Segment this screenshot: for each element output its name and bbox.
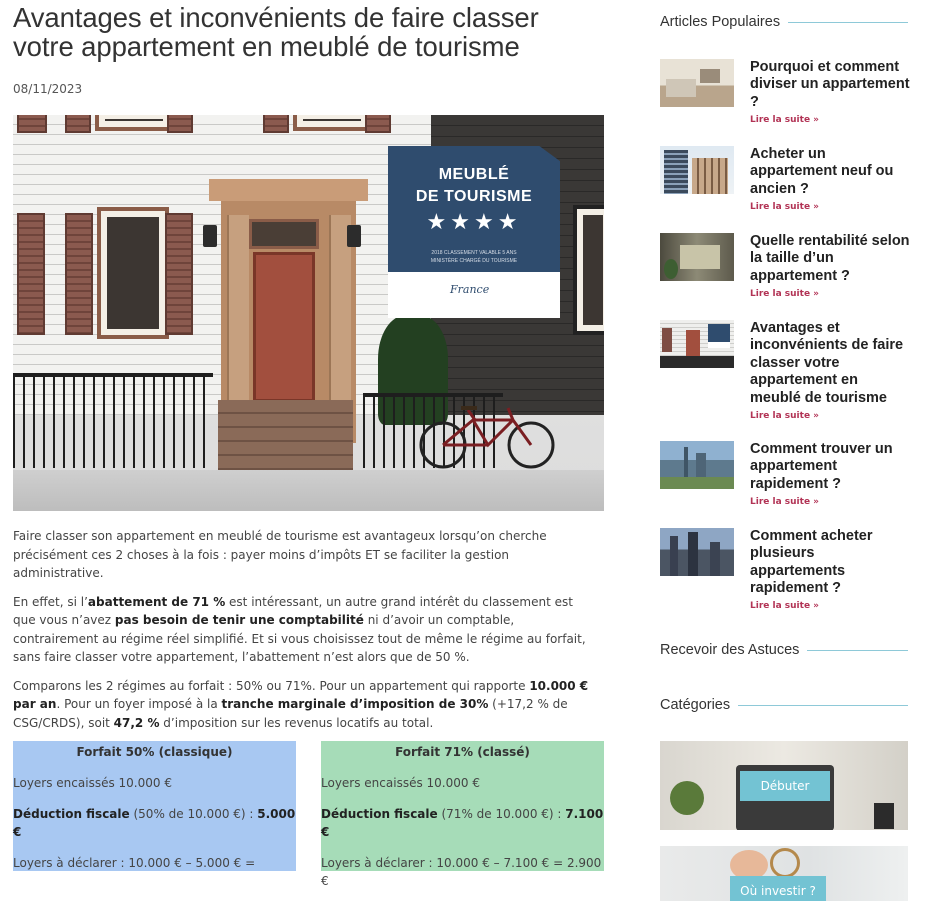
- front-door: [253, 252, 315, 402]
- paragraph: En effet, si l’abattement de 71 % est in…: [13, 594, 586, 665]
- article-thumbnail[interactable]: [660, 233, 734, 281]
- category-button[interactable]: Débuter: [740, 771, 830, 801]
- article-title: Avantages et inconvénients de faire clas…: [13, 2, 539, 62]
- read-more-link[interactable]: Lire la suite »: [750, 497, 819, 507]
- sign-line2: DE TOURISME: [415, 188, 533, 205]
- article-link[interactable]: Comment trouver un appartement rapidemen…: [750, 441, 910, 493]
- article-link[interactable]: Acheter un appartement neuf ou ancien ?: [750, 146, 910, 198]
- read-more-link[interactable]: Lire la suite »: [750, 411, 819, 421]
- railing: [13, 373, 213, 468]
- newsletter-heading: Recevoir des Astuces: [660, 642, 908, 658]
- category-button[interactable]: Où investir ?: [730, 876, 826, 901]
- box-heading: Forfait 71% (classé): [395, 745, 530, 759]
- article: Avantages et inconvénients de faire clas…: [13, 0, 605, 888]
- article-date: 08/11/2023: [13, 82, 83, 96]
- compass-icon: [770, 848, 800, 878]
- paragraph: Comparons les 2 régimes au forfait : 50%…: [13, 678, 589, 730]
- article-thumbnail[interactable]: [660, 146, 734, 194]
- article-link[interactable]: Comment acheter plusieurs appartements r…: [750, 528, 910, 598]
- article-thumbnail[interactable]: [660, 320, 734, 368]
- category-card[interactable]: Débuter: [660, 741, 908, 830]
- sign-line1: MEUBLÉ: [438, 166, 510, 183]
- lamp-icon: [203, 225, 217, 247]
- read-more-link[interactable]: Lire la suite »: [750, 115, 819, 125]
- forfait-71-box: Forfait 71% (classé) Loyers encaissés 10…: [321, 741, 604, 888]
- paragraph: Faire classer son appartement en meublé …: [13, 529, 547, 580]
- mug: [874, 803, 894, 829]
- categories-heading: Catégories: [660, 697, 908, 713]
- article-thumbnail[interactable]: [660, 441, 734, 489]
- sign-small-text: 2018 CLASSEMENT VALABLE 5 ANS: [431, 250, 517, 256]
- meuble-de-tourisme-sign: MEUBLÉ DE TOURISME ★★★★ 2018 CLASSEMENT …: [388, 146, 560, 318]
- stairs: [218, 400, 353, 470]
- forfait-50-box: Forfait 50% (classique) Loyers encaissés…: [13, 741, 296, 871]
- article-link[interactable]: Pourquoi et comment diviser un apparteme…: [750, 59, 910, 111]
- article-link[interactable]: Quelle rentabilité selon la taille d’un …: [750, 233, 910, 285]
- sign-small-text: MINISTÈRE CHARGÉ DU TOURISME: [430, 258, 518, 264]
- article-thumbnail[interactable]: [660, 59, 734, 107]
- box-heading: Forfait 50% (classique): [76, 745, 233, 759]
- read-more-link[interactable]: Lire la suite »: [750, 289, 819, 299]
- popular-heading: Articles Populaires: [660, 14, 908, 30]
- hero-image: MEUBLÉ DE TOURISME ★★★★ 2018 CLASSEMENT …: [13, 115, 604, 511]
- lamp-icon: [347, 225, 361, 247]
- article-link[interactable]: Avantages et inconvénients de faire clas…: [750, 320, 910, 407]
- sign-stars: ★★★★: [426, 210, 522, 235]
- category-card[interactable]: Où investir ?: [660, 846, 908, 901]
- article-thumbnail[interactable]: [660, 528, 734, 576]
- comparison-boxes: Forfait 50% (classique) Loyers encaissés…: [13, 741, 605, 888]
- france-logo: France: [450, 283, 490, 296]
- sidewalk: [13, 470, 604, 511]
- read-more-link[interactable]: Lire la suite »: [750, 601, 819, 611]
- bicycle-icon: [419, 406, 555, 469]
- read-more-link[interactable]: Lire la suite »: [750, 202, 819, 212]
- plant: [670, 781, 704, 815]
